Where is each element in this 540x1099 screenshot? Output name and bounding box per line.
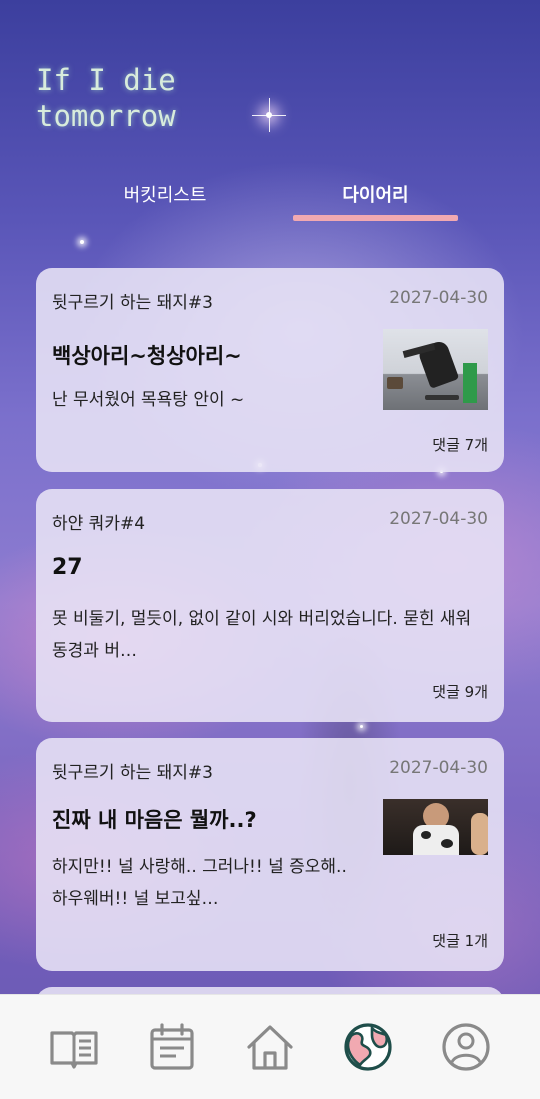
post-body: 하지만!! 널 사랑해.. 그러나!! 널 증오해.. 하우웨버!! 널 보고싶… [52,857,347,909]
star [80,240,84,244]
post-body: 난 무서웠어 목욕탕 안이 ~ [52,390,245,410]
diary-card[interactable]: 뒷구르기 하는 돼지#3 2027-04-30 진짜 내 마음은 뭘까..? 하… [36,738,504,971]
nav-globe-button[interactable] [342,1021,394,1073]
post-title: 진짜 내 마음은 뭘까..? [52,808,257,832]
post-body: 못 비둘기, 멀듯이, 없이 같이 시와 버리었습니다. 묻힌 새워 동경과 버… [52,609,472,661]
post-title: 백상아리~청상아리~ [52,344,242,368]
post-author: 뒷구르기 하는 돼지#3 [52,293,213,313]
post-date: 2027-04-30 [389,509,488,529]
comment-count: 댓글 1개 [432,932,488,950]
app-title: If I die tomorrow [36,63,176,133]
post-thumbnail [383,799,488,855]
profile-icon [442,1023,490,1071]
tab-bar: 버킷리스트 다이어리 [0,180,540,224]
diary-card[interactable]: 뒷구르기 하는 돼지#3 2027-04-30 백상아리~청상아리~ 난 무서웠… [36,268,504,472]
diary-card[interactable]: 하얀 쿼카#4 2027-04-30 27 못 비둘기, 멀듯이, 없이 같이 … [36,489,504,722]
post-date: 2027-04-30 [389,288,488,308]
tab-active-indicator [293,215,458,221]
post-author: 뒷구르기 하는 돼지#3 [52,763,213,783]
post-title: 27 [52,555,83,580]
globe-icon [344,1023,392,1071]
comment-count: 댓글 7개 [432,436,488,454]
home-icon [247,1025,293,1070]
nav-book-button[interactable] [48,1021,100,1073]
bottom-nav [0,994,540,1099]
comment-count: 댓글 9개 [432,683,488,701]
nav-profile-button[interactable] [440,1021,492,1073]
post-date: 2027-04-30 [389,758,488,778]
tab-bucket-list[interactable]: 버킷리스트 [90,180,240,224]
book-icon [50,1031,98,1069]
nav-home-button[interactable] [244,1021,296,1073]
star [360,725,363,728]
post-author: 하얀 쿼카#4 [52,514,146,534]
post-thumbnail [383,329,488,410]
nav-calendar-button[interactable] [146,1021,198,1073]
star [252,98,286,132]
calendar-icon [150,1023,194,1070]
